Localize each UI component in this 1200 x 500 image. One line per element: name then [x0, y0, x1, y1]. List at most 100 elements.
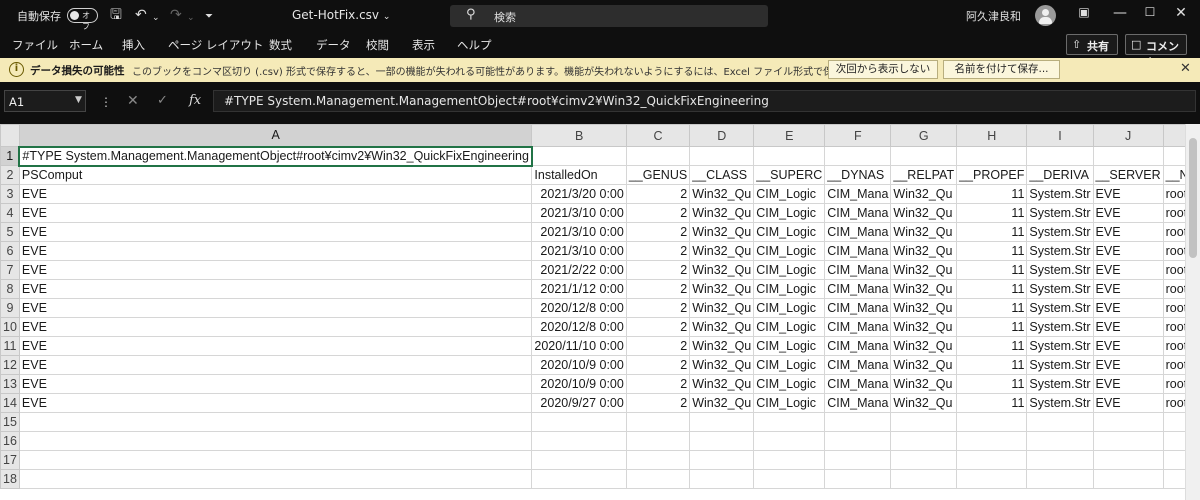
cell[interactable]: [625, 412, 691, 432]
tab-insert[interactable]: 挿入: [122, 37, 145, 53]
cell[interactable]: CIM_Logic: [753, 203, 826, 223]
cell[interactable]: [824, 431, 892, 451]
cell[interactable]: System.Str: [1026, 184, 1094, 204]
row-header[interactable]: 8: [0, 279, 20, 299]
cell[interactable]: [689, 412, 755, 432]
column-header-h[interactable]: H: [956, 124, 1028, 147]
cell[interactable]: [689, 146, 755, 166]
cell[interactable]: EVE: [1092, 355, 1164, 375]
cell[interactable]: CIM_Logic: [753, 393, 826, 413]
row-header[interactable]: 12: [0, 355, 20, 375]
cell[interactable]: 2021/3/10 0:00: [531, 222, 627, 242]
row-header[interactable]: 14: [0, 393, 20, 413]
cell[interactable]: [625, 450, 691, 470]
cell[interactable]: Win32_Qu: [890, 336, 958, 356]
tab-review[interactable]: 校閲: [366, 37, 389, 53]
cell[interactable]: CIM_Logic: [753, 222, 826, 242]
worksheet-grid[interactable]: ABCDEFGHIJKLMNOPQR 1#TYPE System.Managem…: [0, 124, 1200, 500]
select-all-corner[interactable]: [0, 124, 20, 147]
column-header-a[interactable]: A: [18, 124, 533, 148]
cell[interactable]: [18, 431, 533, 451]
cell[interactable]: [625, 469, 691, 489]
scrollbar-thumb[interactable]: [1189, 138, 1197, 258]
cell[interactable]: CIM_Mana: [824, 355, 892, 375]
cell[interactable]: EVE: [18, 355, 533, 375]
cell[interactable]: Win32_Qu: [689, 241, 755, 261]
search-box[interactable]: ⚲ 検索: [450, 5, 768, 27]
undo-dropdown-icon[interactable]: ⌄: [152, 9, 160, 27]
cell[interactable]: InstalledOn: [531, 165, 627, 185]
cell[interactable]: CIM_Mana: [824, 184, 892, 204]
row-header[interactable]: 15: [0, 412, 20, 432]
cell[interactable]: EVE: [18, 222, 533, 242]
cell[interactable]: EVE: [1092, 184, 1164, 204]
cell[interactable]: __DERIVA: [1026, 165, 1094, 185]
dont-show-again-button[interactable]: 次回から表示しない: [828, 60, 938, 79]
cell[interactable]: Win32_Qu: [890, 298, 958, 318]
cell[interactable]: [753, 412, 826, 432]
cell[interactable]: CIM_Logic: [753, 241, 826, 261]
cell[interactable]: System.Str: [1026, 317, 1094, 337]
cell[interactable]: Win32_Qu: [890, 203, 958, 223]
cell[interactable]: EVE: [1092, 393, 1164, 413]
tab-file[interactable]: ファイル: [12, 37, 58, 53]
cell[interactable]: __SUPERC: [753, 165, 826, 185]
cell[interactable]: [1026, 412, 1094, 432]
cell[interactable]: 2020/9/27 0:00: [531, 393, 627, 413]
cell[interactable]: Win32_Qu: [890, 260, 958, 280]
cell[interactable]: 11: [956, 184, 1028, 204]
customize-icon[interactable]: ⏷: [205, 8, 213, 26]
cell[interactable]: CIM_Logic: [753, 374, 826, 394]
row-header[interactable]: 13: [0, 374, 20, 394]
cell[interactable]: Win32_Qu: [890, 355, 958, 375]
row-header[interactable]: 2: [0, 165, 20, 185]
cell[interactable]: [890, 146, 958, 166]
cell[interactable]: System.Str: [1026, 279, 1094, 299]
cell[interactable]: 2: [625, 279, 691, 299]
formula-input[interactable]: #TYPE System.Management.ManagementObject…: [213, 90, 1196, 112]
cell[interactable]: EVE: [1092, 298, 1164, 318]
cell[interactable]: 2: [625, 374, 691, 394]
row-header[interactable]: 17: [0, 450, 20, 470]
cell[interactable]: CIM_Mana: [824, 317, 892, 337]
cell[interactable]: [531, 450, 627, 470]
cell[interactable]: 11: [956, 222, 1028, 242]
column-header-f[interactable]: F: [824, 124, 892, 147]
cell[interactable]: EVE: [18, 336, 533, 356]
column-header-b[interactable]: B: [531, 124, 627, 147]
share-button[interactable]: ⇧ 共有: [1066, 34, 1118, 55]
tab-view[interactable]: 表示: [412, 37, 435, 53]
column-header-i[interactable]: I: [1026, 124, 1094, 147]
tab-help[interactable]: ヘルプ: [457, 37, 492, 53]
cell[interactable]: [531, 469, 627, 489]
row-header[interactable]: 16: [0, 431, 20, 451]
cell[interactable]: [531, 146, 627, 166]
cell[interactable]: EVE: [1092, 222, 1164, 242]
cell[interactable]: [956, 146, 1028, 166]
cell[interactable]: System.Str: [1026, 374, 1094, 394]
column-header-d[interactable]: D: [689, 124, 755, 147]
cell[interactable]: CIM_Logic: [753, 336, 826, 356]
save-as-button[interactable]: 名前を付けて保存...: [943, 60, 1060, 79]
cell[interactable]: EVE: [18, 260, 533, 280]
cell[interactable]: CIM_Mana: [824, 203, 892, 223]
cell[interactable]: 2020/10/9 0:00: [531, 355, 627, 375]
avatar[interactable]: [1035, 5, 1056, 26]
cell[interactable]: System.Str: [1026, 203, 1094, 223]
cell[interactable]: 11: [956, 355, 1028, 375]
cell[interactable]: System.Str: [1026, 241, 1094, 261]
cell[interactable]: [1092, 450, 1164, 470]
autosave-toggle[interactable]: オフ: [67, 8, 98, 31]
ribbon-display-icon[interactable]: ▣: [1074, 5, 1094, 19]
cell[interactable]: [824, 469, 892, 489]
cell[interactable]: [626, 146, 691, 166]
row-header[interactable]: 6: [0, 241, 20, 261]
cell[interactable]: [824, 450, 892, 470]
cell[interactable]: Win32_Qu: [689, 355, 755, 375]
cell[interactable]: Win32_Qu: [689, 374, 755, 394]
cell[interactable]: [531, 412, 627, 432]
cell[interactable]: EVE: [1092, 317, 1164, 337]
cell[interactable]: 2021/1/12 0:00: [531, 279, 627, 299]
cell[interactable]: [824, 412, 892, 432]
cell[interactable]: 2: [625, 336, 691, 356]
